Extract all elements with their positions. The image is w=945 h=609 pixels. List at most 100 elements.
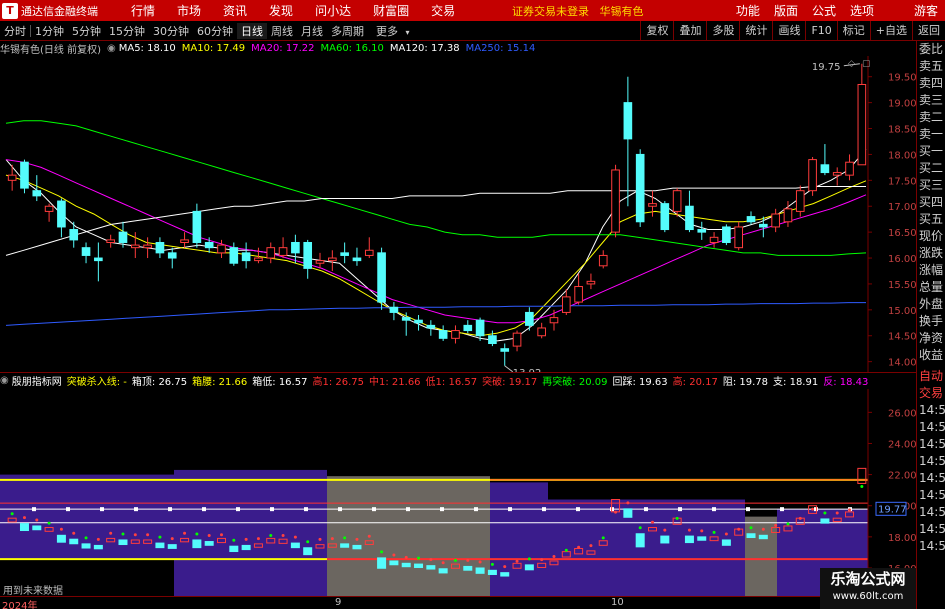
- ma-legend-item: MA10: 17.49: [181, 43, 246, 54]
- adjust-button[interactable]: 复权: [640, 21, 673, 40]
- candle-body: [291, 241, 300, 254]
- quote-field-label[interactable]: 换手: [917, 313, 945, 330]
- multi-stock-button[interactable]: 多股: [706, 21, 739, 40]
- trade-tick-item: 14:56: [919, 454, 945, 468]
- signal-dot: [848, 508, 852, 512]
- candle: [389, 302, 399, 321]
- trade-tick-item[interactable]: 自动: [917, 368, 945, 385]
- candle-body: [759, 223, 768, 228]
- menu-news[interactable]: 资讯: [212, 2, 258, 19]
- candle-body: [783, 208, 793, 223]
- candle-body: [574, 286, 583, 303]
- quote-field-label[interactable]: 买三: [917, 177, 945, 194]
- candle-body: [266, 247, 276, 259]
- quote-field-label[interactable]: 委比: [917, 41, 945, 58]
- signal-dot: [724, 532, 728, 536]
- quote-field-label[interactable]: 卖一: [917, 126, 945, 143]
- candle: [463, 320, 473, 334]
- notice-text[interactable]: 证券交易未登录: [512, 5, 589, 18]
- guest-button[interactable]: 游客: [907, 2, 945, 19]
- period-tab-60min[interactable]: 60分钟: [193, 23, 237, 39]
- signal-dot: [207, 534, 211, 538]
- menu-options[interactable]: 选项: [843, 2, 881, 19]
- period-tab-more[interactable]: 更多 ▾: [368, 23, 414, 39]
- candle-body: [20, 161, 29, 189]
- period-tab-5min[interactable]: 5分钟: [68, 23, 105, 39]
- overlay-button[interactable]: 叠加: [673, 21, 706, 40]
- quote-field-label[interactable]: 涨跌: [917, 245, 945, 262]
- menu-ask[interactable]: 问小达: [304, 2, 362, 19]
- settings-icon[interactable]: ◉: [0, 375, 9, 386]
- box-indicator-chart[interactable]: 26.0024.0022.0020.0018.0016.0019.77: [0, 389, 916, 596]
- trade-tick-item[interactable]: 交易: [917, 385, 945, 402]
- quote-field-label[interactable]: 买四: [917, 194, 945, 211]
- resistance-dot: [474, 507, 478, 512]
- candlestick-chart[interactable]: 19.50 19.00 18.50 18.00 17.50 17.00 16.50 16.00…: [0, 56, 916, 372]
- quote-field-label[interactable]: 买一: [917, 143, 945, 160]
- candle-body: [832, 172, 842, 176]
- f10-button[interactable]: F10: [805, 21, 836, 40]
- indicator-candle: [69, 538, 79, 545]
- statistics-button[interactable]: 统计: [739, 21, 772, 40]
- signal-dot: [355, 537, 359, 541]
- candle-body: [845, 161, 854, 176]
- period-tab-1min[interactable]: 1分钟: [31, 23, 68, 39]
- quote-field-label[interactable]: 收益: [917, 347, 945, 364]
- candle: [20, 159, 29, 194]
- indicator-candle: [229, 545, 239, 553]
- period-tab-multi[interactable]: 多周期: [327, 23, 368, 39]
- period-tab-30min[interactable]: 30分钟: [149, 23, 193, 39]
- indicator-legend-item: 再突破: 20.09: [542, 377, 608, 388]
- candle-body: [118, 231, 128, 243]
- signal-dot: [589, 544, 593, 548]
- period-tab-weekly[interactable]: 周线: [267, 23, 297, 39]
- menu-discover[interactable]: 发现: [258, 2, 304, 19]
- menu-trade[interactable]: 交易: [420, 2, 466, 19]
- price-tick-label: 18.00: [888, 150, 916, 161]
- settings-icon[interactable]: ◉: [107, 43, 116, 54]
- quote-field-label[interactable]: 卖四: [917, 75, 945, 92]
- candle-body: [549, 317, 559, 324]
- menu-wealth[interactable]: 财富圈: [362, 2, 420, 19]
- menu-layout[interactable]: 版面: [767, 2, 805, 19]
- signal-dot: [626, 501, 630, 505]
- quote-field-label[interactable]: 总量: [917, 279, 945, 296]
- quote-field-label[interactable]: 卖五: [917, 58, 945, 75]
- menu-quotes[interactable]: 行情: [120, 2, 166, 19]
- quote-field-label[interactable]: 买二: [917, 160, 945, 177]
- candle-body: [488, 335, 497, 345]
- menu-formula[interactable]: 公式: [805, 2, 843, 19]
- quote-field-label[interactable]: 买五: [917, 211, 945, 228]
- mark-button[interactable]: 标记: [836, 21, 870, 40]
- ma-legend-item: MA5: 18.10: [118, 43, 176, 54]
- drawing-button[interactable]: 画线: [772, 21, 805, 40]
- resistance-dot: [576, 507, 580, 512]
- quote-field-label[interactable]: 涨幅: [917, 262, 945, 279]
- period-tab-15min[interactable]: 15分钟: [105, 23, 149, 39]
- candle-body: [106, 239, 115, 243]
- quote-field-label[interactable]: 外盘: [917, 296, 945, 313]
- menu-function[interactable]: 功能: [729, 2, 767, 19]
- period-tab-intraday[interactable]: 分时: [0, 23, 30, 39]
- indicator-candle: [401, 562, 411, 568]
- candle-body: [192, 210, 202, 243]
- period-toolbar: 分时 1分钟 5分钟 15分钟 30分钟 60分钟 日线 周线 月线 多周期 更…: [0, 21, 945, 41]
- signal-dot: [380, 550, 384, 554]
- ma-legend-group: MA5: 18.10 MA10: 17.49 MA20: 17.22 MA60: 16…: [119, 43, 542, 54]
- signal-dot: [429, 558, 433, 562]
- menu-market[interactable]: 市场: [166, 2, 212, 19]
- period-tab-daily[interactable]: 日线: [237, 22, 267, 39]
- quote-field-label[interactable]: 现价: [917, 228, 945, 245]
- quote-field-label[interactable]: 卖三: [917, 92, 945, 109]
- back-button[interactable]: 返回: [912, 21, 945, 40]
- indicator-candle: [426, 565, 436, 570]
- period-tab-monthly[interactable]: 月线: [297, 23, 327, 39]
- candle-body: [463, 324, 473, 332]
- indicator-candle: [352, 544, 362, 550]
- quote-field-label[interactable]: 净资: [917, 330, 945, 347]
- add-watchlist-button[interactable]: +自选: [869, 21, 912, 40]
- login-notice[interactable]: 证券交易未登录 华锡有色: [512, 3, 644, 19]
- candle-body: [561, 296, 571, 313]
- quote-field-label[interactable]: 卖二: [917, 109, 945, 126]
- indicator-candle: [524, 564, 534, 571]
